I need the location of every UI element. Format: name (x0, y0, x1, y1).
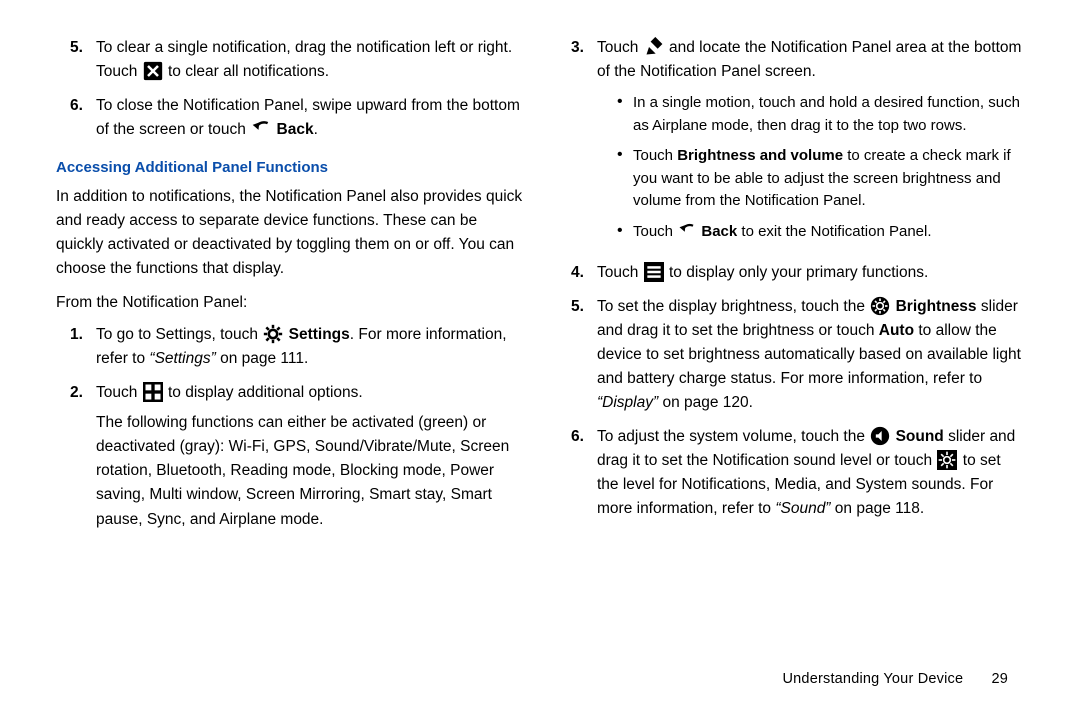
text: to display additional options. (168, 384, 363, 401)
auto-label: Auto (879, 322, 914, 339)
text: To set the display brightness, touch the (597, 298, 869, 315)
list-item: 2. Touch to display additional options. … (70, 381, 523, 535)
text: to display only your primary functions. (669, 264, 928, 281)
list-number: 5. (571, 295, 593, 415)
list-number: 6. (70, 94, 92, 142)
list-body: To set the display brightness, touch the… (593, 295, 1024, 415)
back-label: Back (277, 121, 314, 138)
advanced-gear-icon (937, 450, 957, 470)
text: To adjust the system volume, touch the (597, 428, 869, 445)
list-number: 1. (70, 323, 92, 371)
hamburger-lines-icon (644, 262, 664, 282)
settings-label: Settings (289, 326, 350, 343)
sound-speaker-icon (870, 426, 890, 446)
text: Touch (597, 264, 643, 281)
left-column: 5. To clear a single notification, drag … (56, 28, 523, 664)
list-body: To clear a single notification, drag the… (92, 36, 523, 84)
text: to clear all notifications. (168, 63, 329, 80)
back-arrow-icon (251, 119, 271, 139)
intro-paragraph: In addition to notifications, the Notifi… (56, 185, 523, 281)
back-arrow-icon (678, 222, 696, 240)
list-number: 3. (571, 36, 593, 251)
brightness-volume-label: Brightness and volume (677, 147, 843, 164)
text: Touch (96, 384, 142, 401)
list-item: 1. To go to Settings, touch Settings. Fo… (70, 323, 523, 371)
cross-ref: “Settings” (149, 350, 215, 367)
bullet-body: Touch Brightness and volume to create a … (633, 145, 1024, 213)
page-footer: Understanding Your Device 29 (783, 668, 1009, 690)
text: Touch (633, 223, 677, 240)
bullet-body: Touch Back to exit the Notification Pane… (633, 221, 1024, 244)
bullet-item: • In a single motion, touch and hold a d… (617, 92, 1024, 137)
list-item: 5. To clear a single notification, drag … (70, 36, 523, 84)
text: . (314, 121, 318, 138)
bullet-item: • Touch Back to exit the Notification Pa… (617, 221, 1024, 244)
list-body: To close the Notification Panel, swipe u… (92, 94, 523, 142)
text: Touch (597, 39, 643, 56)
manual-page: 5. To clear a single notification, drag … (0, 0, 1080, 720)
bullet-icon: • (617, 221, 633, 244)
cross-ref: “Display” (597, 394, 658, 411)
text: on page 111. (216, 350, 309, 367)
section-heading: Accessing Additional Panel Functions (56, 156, 523, 179)
text: on page 120. (658, 394, 753, 411)
list-item: 5. To set the display brightness, touch … (571, 295, 1024, 415)
right-column: 3. Touch and locate the Notification Pan… (557, 28, 1024, 664)
sub-bullet-list: • In a single motion, touch and hold a d… (617, 92, 1024, 243)
bullet-icon: • (617, 145, 633, 213)
edit-pencil-icon (644, 37, 664, 57)
list-number: 4. (571, 261, 593, 285)
bullet-icon: • (617, 92, 633, 137)
text: on page 118. (830, 500, 924, 517)
text: Touch (633, 147, 677, 164)
chapter-title: Understanding Your Device (783, 671, 964, 687)
lead-in: From the Notification Panel: (56, 291, 523, 315)
list-number: 6. (571, 425, 593, 521)
grid-tiles-icon (143, 382, 163, 402)
list-item: 3. Touch and locate the Notification Pan… (571, 36, 1024, 251)
list-item: 6. To adjust the system volume, touch th… (571, 425, 1024, 521)
brightness-gear-icon (870, 296, 890, 316)
list-number: 2. (70, 381, 92, 535)
cross-ref: “Sound” (775, 500, 830, 517)
text: to exit the Notification Panel. (737, 223, 931, 240)
list-item: 6. To close the Notification Panel, swip… (70, 94, 523, 142)
bullet-body: In a single motion, touch and hold a des… (633, 92, 1024, 137)
list-body: Touch and locate the Notification Panel … (593, 36, 1024, 251)
back-label: Back (701, 223, 737, 240)
close-x-icon (143, 61, 163, 81)
page-number: 29 (991, 668, 1008, 690)
text: To go to Settings, touch (96, 326, 262, 343)
bullet-item: • Touch Brightness and volume to create … (617, 145, 1024, 213)
brightness-label: Brightness (896, 298, 977, 315)
sub-paragraph: The following functions can either be ac… (96, 411, 523, 531)
list-number: 5. (70, 36, 92, 84)
gear-icon (263, 324, 283, 344)
list-body: To adjust the system volume, touch the S… (593, 425, 1024, 521)
list-body: Touch to display additional options. The… (92, 381, 523, 535)
list-item: 4. Touch to display only your primary fu… (571, 261, 1024, 285)
sound-label: Sound (896, 428, 944, 445)
list-body: Touch to display only your primary funct… (593, 261, 1024, 285)
list-body: To go to Settings, touch Settings. For m… (92, 323, 523, 371)
